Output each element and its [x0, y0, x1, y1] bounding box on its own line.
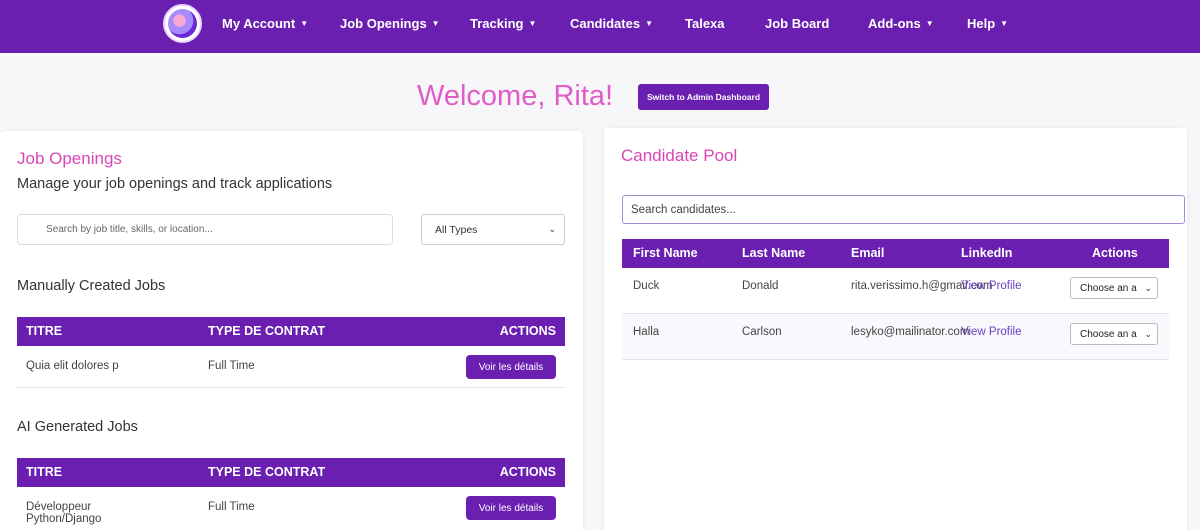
col-type-contrat: TYPE DE CONTRAT: [208, 324, 326, 338]
table-row: Halla Carlson lesyko@mailinator.com View…: [622, 314, 1169, 360]
job-type-select[interactable]: All Types ⌄: [421, 214, 565, 245]
candidate-action-select[interactable]: Choose an a ⌄: [1070, 277, 1158, 299]
col-email: Email: [851, 246, 885, 260]
job-search-input[interactable]: Search by job title, skills, or location…: [17, 214, 393, 245]
nav-job-openings[interactable]: Job Openings ▼: [340, 0, 440, 46]
nav-label: Help: [967, 15, 996, 31]
welcome-heading: Welcome, Rita!: [417, 80, 614, 112]
caret-down-icon: ▼: [645, 18, 653, 28]
col-actions: ACTIONS: [499, 465, 556, 479]
view-details-button[interactable]: Voir les détails: [466, 496, 556, 520]
candidate-table-header: First Name Last Name Email LinkedIn Acti…: [622, 239, 1169, 268]
nav-my-account[interactable]: My Account ▼: [222, 0, 308, 46]
candidate-action-select[interactable]: Choose an a ⌄: [1070, 323, 1158, 345]
top-navbar: My Account ▼ Job Openings ▼ Tracking ▼ C…: [0, 0, 1200, 53]
last-name: Donald: [742, 280, 779, 292]
nav-label: Candidates: [570, 15, 641, 31]
first-name: Duck: [633, 280, 660, 292]
job-title: Quia elit dolores p: [26, 360, 119, 372]
nav-help[interactable]: Help ▼: [967, 0, 1008, 46]
caret-down-icon: ▼: [925, 18, 934, 28]
table-row: Développeur Python/Django Full Time Voir…: [17, 487, 565, 529]
col-titre: TITRE: [26, 324, 63, 338]
action-select-value: Choose an a: [1080, 328, 1137, 340]
nav-label: My Account: [222, 15, 296, 31]
logo-icon: [168, 9, 197, 38]
candidate-pool-panel: Candidate Pool Search candidates... Firs…: [604, 128, 1187, 530]
app-logo[interactable]: [163, 4, 202, 43]
nav-job-board[interactable]: Job Board: [765, 0, 829, 46]
linkedin-link[interactable]: View Profile: [961, 326, 1022, 338]
job-openings-subtitle: Manage your job openings and track appli…: [17, 176, 333, 192]
welcome-row: Welcome, Rita! Switch to Admin Dashboard: [0, 80, 1200, 116]
view-details-button[interactable]: Voir les détails: [466, 355, 556, 379]
first-name: Halla: [633, 326, 660, 338]
col-actions: ACTIONS: [499, 324, 556, 338]
col-first-name: First Name: [633, 246, 698, 260]
email: rita.verissimo.h@gmail.com: [851, 280, 993, 292]
caret-down-icon: ▼: [1000, 18, 1009, 28]
candidate-search-input[interactable]: Search candidates...: [622, 195, 1185, 224]
chevron-down-icon: ⌄: [1144, 328, 1152, 339]
nav-candidates[interactable]: Candidates ▼: [570, 0, 653, 46]
nav-label: Add-ons: [868, 15, 921, 31]
nav-tracking[interactable]: Tracking ▼: [470, 0, 536, 46]
nav-label: Tracking: [470, 15, 524, 31]
nav-label: Talexa: [685, 15, 725, 31]
col-linkedin: LinkedIn: [961, 246, 1013, 260]
manual-jobs-title: Manually Created Jobs: [17, 278, 166, 294]
switch-admin-dashboard-button[interactable]: Switch to Admin Dashboard: [638, 84, 769, 110]
linkedin-link[interactable]: View Profile: [961, 280, 1022, 292]
job-type-value: All Types: [435, 223, 478, 236]
email: lesyko@mailinator.com: [851, 326, 970, 338]
candidate-pool-title: Candidate Pool: [621, 146, 738, 165]
chevron-down-icon: ⌄: [548, 224, 556, 234]
col-titre: TITRE: [26, 465, 63, 479]
col-type-contrat: TYPE DE CONTRAT: [208, 465, 326, 479]
caret-down-icon: ▼: [528, 18, 537, 28]
nav-label: Job Board: [765, 15, 830, 31]
job-type: Full Time: [208, 360, 255, 372]
ai-jobs-header: TITRE TYPE DE CONTRAT ACTIONS: [17, 458, 565, 487]
col-actions: Actions: [1092, 246, 1138, 260]
table-row: Quia elit dolores p Full Time Voir les d…: [17, 346, 565, 388]
nav-talexa[interactable]: Talexa: [685, 0, 725, 46]
chevron-down-icon: ⌄: [1144, 282, 1152, 293]
nav-add-ons[interactable]: Add-ons ▼: [868, 0, 934, 46]
job-type: Full Time: [208, 501, 255, 513]
job-openings-title: Job Openings: [17, 149, 122, 168]
ai-jobs-title: AI Generated Jobs: [17, 419, 138, 435]
caret-down-icon: ▼: [300, 18, 309, 28]
col-last-name: Last Name: [742, 246, 806, 260]
action-select-value: Choose an a: [1080, 282, 1137, 294]
job-openings-panel: Job Openings Manage your job openings an…: [0, 131, 583, 530]
manual-jobs-header: TITRE TYPE DE CONTRAT ACTIONS: [17, 317, 565, 346]
job-title: Développeur Python/Django: [26, 501, 102, 525]
nav-label: Job Openings: [340, 15, 427, 31]
last-name: Carlson: [742, 326, 782, 338]
caret-down-icon: ▼: [431, 18, 440, 28]
table-row: Duck Donald rita.verissimo.h@gmail.com V…: [622, 268, 1169, 314]
